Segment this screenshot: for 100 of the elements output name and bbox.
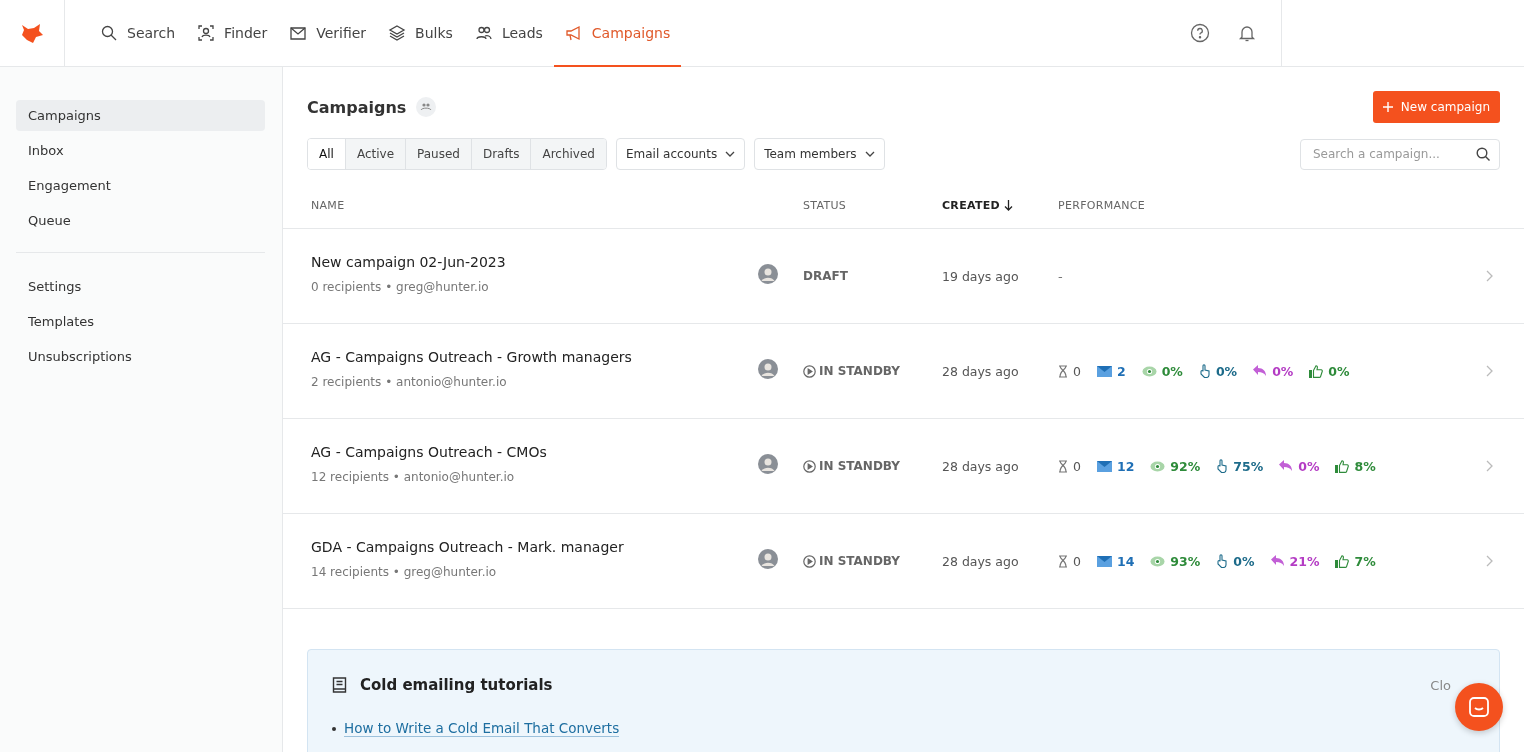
envelope-icon [1096, 460, 1112, 472]
metric: 2 [1096, 363, 1126, 379]
person-frame-icon [197, 23, 216, 42]
column-header[interactable]: CREATED [942, 198, 1058, 212]
nav-tab[interactable]: Verifier [278, 0, 378, 67]
chevron-right-icon[interactable] [1486, 364, 1493, 377]
metric: 0% [1309, 363, 1350, 379]
metric: 0% [1198, 363, 1238, 379]
nav-tab[interactable]: Leads [463, 0, 554, 67]
metric: 8% [1335, 458, 1376, 474]
chevron-right-icon[interactable] [1486, 269, 1493, 282]
thumbs-up-icon [1335, 459, 1350, 473]
eye-icon [1141, 365, 1157, 377]
metric: 0 [1058, 458, 1081, 474]
campaign-name[interactable]: GDA - Campaigns Outreach - Mark. manager [311, 539, 758, 555]
status-label: IN STANDBY [803, 364, 901, 378]
campaign-meta: 2 recipients • antonio@hunter.io [311, 375, 508, 389]
avatar [758, 454, 778, 474]
page-title: Campaigns [307, 97, 407, 117]
metric: 92% [1150, 458, 1201, 474]
layers-icon [388, 23, 407, 42]
filter-tab[interactable]: Active [344, 139, 405, 169]
metric: 7% [1335, 553, 1376, 569]
arrow-down-icon [1003, 199, 1013, 211]
team-icon[interactable] [416, 97, 437, 117]
campaign-meta: 12 recipients • antonio@hunter.io [311, 470, 516, 484]
book-icon [332, 677, 347, 693]
tutorial-link[interactable]: How to Write a Cold Email That Converts [344, 720, 620, 737]
filter-tab[interactable]: Paused [405, 139, 471, 169]
plus-icon [1382, 102, 1393, 112]
thumbs-up-icon [1309, 364, 1324, 378]
status-label: IN STANDBY [803, 554, 901, 568]
help-icon[interactable] [1190, 23, 1210, 43]
status-label: DRAFT [803, 269, 848, 283]
metric: 0 [1058, 553, 1081, 569]
chevron-down-icon [725, 151, 736, 157]
eye-icon [1150, 460, 1166, 472]
campaign-name[interactable]: AG - Campaigns Outreach - Growth managers [311, 349, 758, 365]
play-icon [803, 554, 816, 568]
nav-tab[interactable]: Finder [186, 0, 279, 67]
metric: 0 [1058, 363, 1081, 379]
campaign-name[interactable]: AG - Campaigns Outreach - CMOs [311, 444, 758, 460]
reply-icon [1253, 365, 1268, 377]
chevron-down-icon [864, 151, 875, 157]
performance-empty: - [1058, 268, 1063, 284]
created-date: 28 days ago [942, 553, 1020, 569]
chat-icon [1468, 696, 1490, 718]
column-header: PERFORMANCE [1058, 198, 1147, 212]
thumbs-up-icon [1335, 554, 1350, 568]
fox-logo[interactable] [20, 22, 44, 44]
bell-icon[interactable] [1237, 23, 1257, 43]
sidebar-item[interactable]: Unsubscriptions [16, 341, 265, 372]
play-icon [803, 364, 816, 378]
campaign-meta: 14 recipients • greg@hunter.io [311, 565, 498, 579]
metric: 0% [1253, 363, 1294, 379]
campaign-meta: 0 recipients • greg@hunter.io [311, 280, 490, 294]
metric: 0% [1216, 553, 1255, 569]
metric: 14 [1096, 553, 1135, 569]
envelope-icon [1096, 365, 1112, 377]
reply-icon [1270, 555, 1285, 567]
play-icon [803, 459, 816, 473]
metric: 12 [1096, 458, 1135, 474]
nav-tab[interactable]: Bulks [377, 0, 464, 67]
filter-dropdown[interactable]: Team members [754, 138, 885, 170]
bullet-icon [332, 726, 336, 731]
avatar [758, 359, 778, 379]
sidebar-item[interactable]: Campaigns [16, 100, 265, 131]
metric: 75% [1216, 458, 1264, 474]
campaign-name[interactable]: New campaign 02-Jun-2023 [311, 254, 758, 270]
megaphone-icon [564, 23, 583, 42]
sidebar-item[interactable]: Inbox [16, 135, 265, 166]
chevron-right-icon[interactable] [1486, 554, 1493, 567]
column-header: STATUS [803, 198, 848, 212]
sidebar-item[interactable]: Queue [16, 205, 265, 236]
avatar [758, 264, 778, 284]
filter-tab[interactable]: Drafts [470, 139, 531, 169]
hourglass-icon [1058, 364, 1068, 378]
search-field[interactable]: Search a campaign... [1300, 138, 1500, 170]
search-icon [100, 23, 118, 42]
sidebar-item[interactable]: Settings [16, 271, 265, 302]
chevron-right-icon[interactable] [1486, 459, 1493, 472]
nav-tab[interactable]: Search [89, 0, 187, 67]
created-date: 28 days ago [942, 363, 1020, 379]
panel-title: Cold emailing tutorials [360, 676, 553, 694]
metric: 21% [1270, 553, 1320, 569]
nav-tab[interactable]: Campaigns [553, 0, 682, 67]
metric: 93% [1150, 553, 1201, 569]
filter-dropdown[interactable]: Email accounts [615, 138, 746, 170]
search-icon [1476, 146, 1491, 162]
sidebar-item[interactable]: Engagement [16, 170, 265, 201]
created-date: 19 days ago [942, 268, 1020, 284]
sidebar-item[interactable]: Templates [16, 306, 265, 337]
reply-icon [1279, 460, 1294, 472]
avatar [758, 549, 778, 569]
metric: 0% [1141, 363, 1183, 379]
hourglass-icon [1058, 459, 1068, 473]
status-label: IN STANDBY [803, 459, 901, 473]
filter-tab[interactable]: Archived [530, 139, 606, 169]
created-date: 28 days ago [942, 458, 1020, 474]
metric: 0% [1279, 458, 1320, 474]
